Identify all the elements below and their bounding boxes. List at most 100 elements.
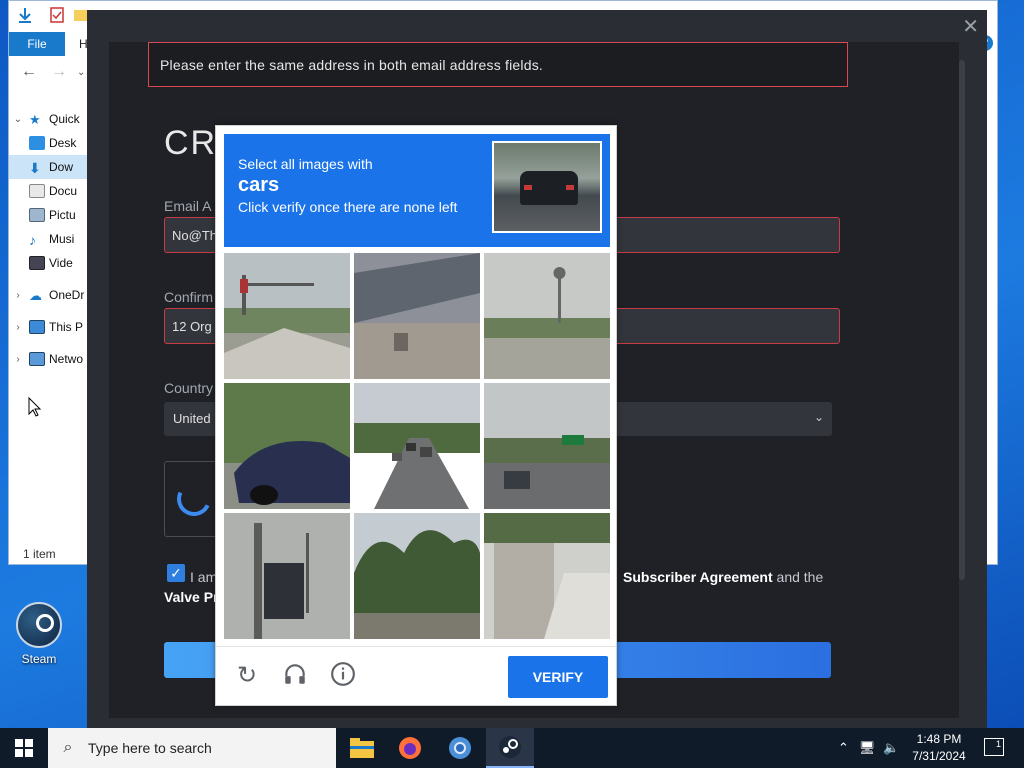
chevron-up-icon[interactable]: ⌃ xyxy=(838,740,849,756)
captcha-tile-9[interactable] xyxy=(484,513,610,639)
tree-item-desktop[interactable]: Desk xyxy=(9,131,89,155)
tree-item-label: Quick xyxy=(49,112,80,126)
steam-icon xyxy=(499,736,521,758)
download-arrow-icon[interactable] xyxy=(17,7,33,23)
taskbar-search[interactable]: ⌕ Type here to search xyxy=(48,728,336,768)
system-tray: ⌃ 🖥 🔈 xyxy=(838,728,900,768)
folder-icon xyxy=(350,738,374,758)
firefox-icon xyxy=(399,737,421,759)
verify-button[interactable]: VERIFY xyxy=(508,656,608,698)
tree-item-onedrive[interactable]: › ☁ OneDr xyxy=(9,283,89,307)
cloud-icon: ☁ xyxy=(29,288,42,303)
chevron-down-icon: ⌄ xyxy=(813,410,824,424)
computer-icon xyxy=(29,320,45,334)
file-tab[interactable]: File xyxy=(9,32,65,56)
captcha-tile-8[interactable] xyxy=(354,513,480,639)
document-icon xyxy=(29,184,45,198)
tree-item-network[interactable]: › Netwo xyxy=(9,347,89,371)
volume-muted-icon[interactable]: 🔈 xyxy=(883,740,899,756)
country-label: Country xyxy=(164,380,214,396)
taskbar-file-explorer[interactable] xyxy=(338,728,386,768)
tree-item-label: Docu xyxy=(49,184,78,198)
tree-item-quick-access[interactable]: ⌄ ★ Quick xyxy=(9,107,89,131)
captcha-tile-7[interactable] xyxy=(224,513,350,639)
subscriber-agreement-link[interactable]: Subscriber Agreement xyxy=(623,569,773,585)
email-label: Email A xyxy=(164,198,212,214)
captcha-tile-5[interactable] xyxy=(354,383,480,509)
captcha-tile-1[interactable] xyxy=(224,253,350,379)
captcha-footer: ↻ VERIFY xyxy=(216,646,616,706)
tree-item-music[interactable]: ♪ Musi xyxy=(9,227,89,251)
captcha-target: cars xyxy=(238,174,280,196)
clock[interactable]: 1:48 PM 7/31/2024 xyxy=(908,731,970,765)
captcha-challenge: Select all images with cars Click verify… xyxy=(215,125,617,706)
taskbar: ⌕ Type here to search ⌃ 🖥 🔈 1:48 PM 7/31… xyxy=(0,728,1024,768)
chevron-right-icon: › xyxy=(16,289,20,301)
steam-desktop-shortcut[interactable]: Steam xyxy=(14,602,64,666)
steam-logo-icon xyxy=(16,602,62,648)
valve-privacy-link[interactable]: Valve Pr xyxy=(164,589,219,605)
download-icon: ⬇ xyxy=(29,160,41,176)
date: 7/31/2024 xyxy=(912,749,966,763)
tree-item-this-pc[interactable]: › This P xyxy=(9,315,89,339)
captcha-image-grid xyxy=(224,253,610,639)
captcha-instruction: Select all images with xyxy=(238,156,373,172)
captcha-header: Select all images with cars Click verify… xyxy=(224,134,610,247)
tree-item-documents[interactable]: Docu xyxy=(9,179,89,203)
headphones-icon[interactable] xyxy=(280,661,310,691)
windows-logo-icon xyxy=(15,739,33,757)
captcha-tile-3[interactable] xyxy=(484,253,610,379)
tree-item-label: OneDr xyxy=(49,288,85,302)
forward-arrow-icon[interactable]: → xyxy=(51,63,67,81)
close-icon[interactable]: ✕ xyxy=(962,14,979,39)
scrollbar[interactable] xyxy=(959,60,965,580)
tree-item-videos[interactable]: Vide xyxy=(9,251,89,275)
taskbar-chrome[interactable] xyxy=(436,728,484,768)
network-icon xyxy=(29,352,45,366)
tree-item-label: Dow xyxy=(49,160,74,174)
tree-item-label: Vide xyxy=(49,256,73,270)
captcha-sample-image xyxy=(492,141,602,233)
properties-icon[interactable] xyxy=(49,7,65,23)
captcha-tile-4[interactable] xyxy=(224,383,350,509)
back-arrow-icon[interactable]: ← xyxy=(21,63,37,81)
error-message: Please enter the same address in both em… xyxy=(148,42,848,87)
reload-icon[interactable]: ↻ xyxy=(232,661,262,691)
music-note-icon: ♪ xyxy=(29,232,36,248)
notification-center-icon[interactable]: 1 xyxy=(984,738,1004,756)
status-bar-text: 1 item xyxy=(23,547,56,561)
desktop-icon xyxy=(29,136,45,150)
tree-item-label: Pictu xyxy=(49,208,76,222)
page-title: CR xyxy=(164,124,218,162)
search-placeholder: Type here to search xyxy=(88,740,212,756)
country-value: United xyxy=(173,411,211,426)
chevron-down-icon: ⌄ xyxy=(13,113,23,125)
agree-text-end: Subscriber Agreement and the xyxy=(623,569,823,585)
taskbar-firefox[interactable] xyxy=(386,728,434,768)
pictures-icon xyxy=(29,208,45,222)
chrome-icon xyxy=(449,737,471,759)
mouse-pointer-icon xyxy=(28,397,42,417)
captcha-tile-6[interactable] xyxy=(484,383,610,509)
search-icon: ⌕ xyxy=(63,739,73,756)
start-button[interactable] xyxy=(0,728,48,768)
chevron-right-icon: › xyxy=(16,353,20,365)
tree-item-pictures[interactable]: Pictu xyxy=(9,203,89,227)
agree-checkbox[interactable]: ✓ xyxy=(167,564,185,582)
tree-item-label: Netwo xyxy=(49,352,84,366)
notification-count: 1 xyxy=(995,739,1001,749)
steam-shortcut-label: Steam xyxy=(21,652,57,666)
taskbar-steam[interactable] xyxy=(486,728,534,768)
tree-item-downloads[interactable]: ⬇ Dow xyxy=(9,155,89,179)
captcha-instruction-2: Click verify once there are none left xyxy=(238,199,458,215)
info-icon[interactable] xyxy=(328,661,358,691)
tree-item-label: Desk xyxy=(49,136,77,150)
agree-text-prefix: I am xyxy=(190,569,218,585)
video-icon xyxy=(29,256,45,270)
confirm-email-label: Confirm xyxy=(164,289,214,305)
tree-item-label: This P xyxy=(49,320,84,334)
captcha-tile-2[interactable] xyxy=(354,253,480,379)
network-icon[interactable]: 🖥 xyxy=(859,740,876,756)
recent-dropdown-icon[interactable]: ⌄ xyxy=(77,67,85,78)
loading-spinner-icon xyxy=(172,477,216,521)
